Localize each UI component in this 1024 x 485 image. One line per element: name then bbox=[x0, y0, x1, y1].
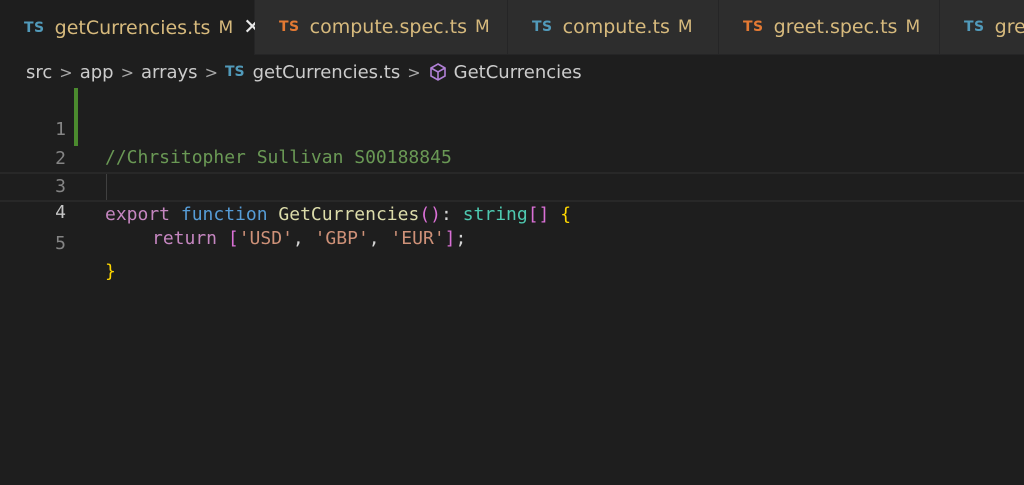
typescript-icon: TS bbox=[24, 19, 45, 36]
typescript-icon: TS bbox=[964, 19, 985, 35]
tab-greet-spec[interactable]: TS greet.spec.ts M bbox=[719, 0, 940, 54]
code-line-5[interactable]: 5 } bbox=[0, 202, 1024, 282]
string-gbp: 'GBP' bbox=[314, 228, 369, 249]
code-line-1[interactable]: 1 //Chrsitopher Sullivan S00188845 bbox=[0, 88, 1024, 168]
open-bracket: [ bbox=[227, 228, 239, 249]
breadcrumb-item-src[interactable]: src bbox=[26, 62, 52, 83]
tab-greet[interactable]: TS gree bbox=[940, 0, 1024, 54]
chevron-right-icon: > bbox=[120, 62, 134, 82]
modified-indicator: M bbox=[474, 17, 490, 37]
string-usd: 'USD' bbox=[238, 228, 293, 249]
tab-label: getCurrencies.ts bbox=[54, 16, 211, 39]
modified-indicator: M bbox=[905, 17, 921, 37]
editor-tab-bar: TS getCurrencies.ts M ✕ TS compute.spec.… bbox=[0, 0, 1024, 55]
breadcrumb-item-app[interactable]: app bbox=[80, 62, 114, 83]
modified-indicator: M bbox=[218, 17, 234, 38]
chevron-right-icon: > bbox=[204, 62, 218, 82]
typescript-icon: TS bbox=[532, 19, 553, 35]
tab-label: greet.spec.ts bbox=[773, 16, 898, 38]
typescript-icon: TS bbox=[743, 19, 764, 35]
modified-indicator: M bbox=[677, 17, 693, 37]
close-brace: } bbox=[105, 261, 116, 282]
tab-getcurrencies[interactable]: TS getCurrencies.ts M ✕ bbox=[0, 0, 262, 55]
semicolon: ; bbox=[455, 228, 467, 249]
typescript-icon: TS bbox=[279, 19, 300, 35]
chevron-right-icon: > bbox=[59, 62, 73, 82]
chevron-right-icon: > bbox=[407, 62, 421, 82]
breadcrumb-item-file[interactable]: getCurrencies.ts bbox=[253, 62, 401, 83]
code-editor[interactable]: 1 //Chrsitopher Sullivan S00188845 2 3 e… bbox=[0, 88, 1024, 485]
breadcrumb-item-arrays[interactable]: arrays bbox=[141, 62, 198, 83]
tab-label: gree bbox=[994, 16, 1024, 38]
typescript-icon: TS bbox=[224, 64, 245, 80]
comma: , bbox=[368, 228, 391, 249]
keyword-return: return bbox=[152, 228, 218, 249]
breadcrumb: src > app > arrays > TS getCurrencies.ts… bbox=[0, 55, 1024, 89]
code-line-3[interactable]: 3 export function GetCurrencies(): strin… bbox=[0, 145, 1024, 225]
tab-label: compute.spec.ts bbox=[309, 16, 467, 38]
code-line-2[interactable]: 2 bbox=[0, 117, 1024, 169]
tab-compute[interactable]: TS compute.ts M bbox=[508, 0, 719, 54]
breadcrumb-item-symbol[interactable]: GetCurrencies bbox=[454, 62, 582, 83]
code-line-4[interactable]: 4 return ['USD', 'GBP', 'EUR']; bbox=[0, 172, 1024, 249]
comma: , bbox=[292, 228, 315, 249]
close-bracket: ] bbox=[444, 228, 456, 249]
symbol-function-icon bbox=[429, 63, 446, 81]
line-number: 5 bbox=[55, 233, 66, 254]
tab-label: compute.ts bbox=[562, 16, 670, 38]
string-eur: 'EUR' bbox=[390, 228, 445, 249]
tab-compute-spec[interactable]: TS compute.spec.ts M bbox=[255, 0, 508, 54]
